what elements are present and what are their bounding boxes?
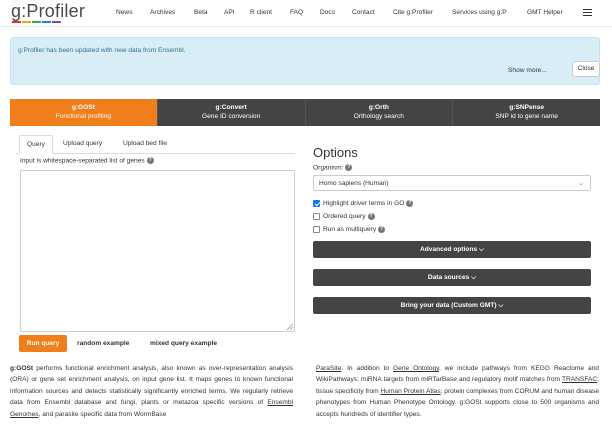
help-icon[interactable]: ? <box>345 164 353 171</box>
tab-gost[interactable]: g:GOSt Functional profiling <box>10 99 158 126</box>
resize-grip-icon[interactable] <box>286 323 294 331</box>
organism-label-text: Organism: <box>313 164 344 172</box>
tab-snpense-name: g:SNPense <box>509 104 545 111</box>
gene-input-label-text: Input is whitespace-separated list of ge… <box>20 157 145 165</box>
tab-orth-name: g:Orth <box>368 104 389 111</box>
data-sources-label: Data sources <box>427 274 470 281</box>
data-sources-button[interactable]: Data sources ⌵ <box>313 269 591 286</box>
nav-link-gmt-helper[interactable]: GMT Helper <box>527 9 563 16</box>
options-title: Options <box>313 145 358 160</box>
tab-snpense-desc: SNP id to gene name <box>495 113 558 120</box>
close-button[interactable]: Close <box>572 61 600 77</box>
logo-bar <box>42 21 51 23</box>
tab-upload-bed-file[interactable]: Upload bed file <box>123 135 167 154</box>
description-right: ParaSite. In addition to Gene Ontology, … <box>316 363 599 420</box>
ordered-query-label: Ordered query <box>323 213 366 220</box>
checkbox-checked-icon[interactable] <box>313 200 320 207</box>
description-left: g:GOSt performs functional enrichment an… <box>10 363 293 420</box>
highlight-driver-terms-label: Highlight driver terms in GO <box>323 200 405 207</box>
alert-text: g:Profiler has been updated with new dat… <box>18 47 186 54</box>
update-alert: g:Profiler has been updated with new dat… <box>10 37 600 85</box>
custom-gmt-label: Bring your data (Custom GMT) <box>400 302 497 309</box>
transfac-link[interactable]: TRANSFAC <box>562 376 597 383</box>
logo[interactable]: g:Profiler <box>11 2 85 24</box>
description-text: , and parasite specific data from WormBa… <box>38 410 167 418</box>
nav-link-faq[interactable]: FAQ <box>290 9 303 16</box>
nav-link-services[interactable]: Services using g:P <box>452 9 507 16</box>
help-icon[interactable]: ? <box>146 157 154 164</box>
logo-bar <box>52 21 61 23</box>
advanced-options-label: Advanced options <box>420 246 478 253</box>
nav-link-cite[interactable]: Cite g:Profiler <box>393 9 433 16</box>
chevron-down-icon: ⌄ <box>578 180 584 187</box>
chevron-down-icon: ⌵ <box>471 274 477 281</box>
help-icon[interactable]: ? <box>367 213 375 220</box>
gene-input-label: Input is whitespace-separated list of ge… <box>20 157 154 164</box>
run-query-button[interactable]: Run query <box>19 335 67 352</box>
random-example-link[interactable]: random example <box>77 340 129 347</box>
tab-upload-query[interactable]: Upload query <box>63 135 102 154</box>
gene-list-input[interactable] <box>20 170 295 332</box>
chevron-down-icon: ⌵ <box>479 246 484 253</box>
logo-bar <box>12 21 21 23</box>
nav-link-news[interactable]: News <box>116 9 133 16</box>
nav-link-docs[interactable]: Docs <box>320 9 335 16</box>
ordered-query-option[interactable]: Ordered query? <box>313 213 375 222</box>
tab-orth-desc: Orthology search <box>353 113 404 120</box>
gost-name: g:GOSt <box>10 365 34 372</box>
multiquery-label: Run as multiquery <box>323 226 377 233</box>
tab-query[interactable]: Query <box>19 135 53 154</box>
tab-gost-desc: Functional profiling <box>55 113 112 120</box>
mixed-query-example-link[interactable]: mixed query example <box>150 340 217 347</box>
nav-link-beta[interactable]: Beta <box>194 9 208 16</box>
logo-text: g:Profiler <box>11 1 86 21</box>
tab-orth[interactable]: g:Orth Orthology search <box>305 99 454 126</box>
custom-gmt-button[interactable]: Bring your data (Custom GMT) ⌵ <box>313 297 591 314</box>
input-tabs: Query Upload query Upload bed file <box>16 135 295 154</box>
organism-select[interactable]: Homo sapiens (Human) ⌄ <box>313 175 591 191</box>
nav-link-archives[interactable]: Archives <box>150 9 175 16</box>
tab-gost-name: g:GOSt <box>71 104 95 111</box>
human-protein-atlas-link[interactable]: Human Protein Atlas <box>381 388 441 395</box>
organism-label: Organism:? <box>313 164 353 172</box>
checkbox-icon[interactable] <box>313 226 320 233</box>
multiquery-option[interactable]: Run as multiquery? <box>313 226 386 235</box>
help-icon[interactable]: ? <box>378 226 386 233</box>
nav-link-r-client[interactable]: R client <box>250 9 272 16</box>
logo-bar <box>22 21 31 23</box>
nav-link-contact[interactable]: Contact <box>352 9 375 16</box>
description-text: performs functional enrichment analysis,… <box>10 365 293 407</box>
tab-convert[interactable]: g:Convert Gene ID conversion <box>157 99 306 126</box>
navbar: g:Profiler News Archives Beta API R clie… <box>0 0 612 27</box>
organism-value: Homo sapiens (Human) <box>319 180 389 187</box>
logo-bar <box>32 21 41 23</box>
hamburger-icon[interactable] <box>583 9 592 17</box>
tab-convert-name: g:Convert <box>215 104 247 111</box>
advanced-options-button[interactable]: Advanced options ⌵ <box>313 241 591 258</box>
tab-snpense[interactable]: g:SNPense SNP id to gene name <box>453 99 600 126</box>
chevron-down-icon: ⌵ <box>498 302 504 309</box>
show-more-link[interactable]: Show more... <box>508 67 547 74</box>
help-icon[interactable]: ? <box>406 200 414 207</box>
logo-color-bars <box>12 21 61 23</box>
tab-convert-desc: Gene ID conversion <box>201 113 261 120</box>
gene-ontology-link[interactable]: Gene Ontology <box>393 365 439 372</box>
description-text: . In addition to <box>341 365 394 372</box>
parasite-link[interactable]: ParaSite <box>316 365 341 372</box>
tool-tabs: g:GOSt Functional profiling g:Convert Ge… <box>10 99 600 126</box>
highlight-driver-terms-option[interactable]: Highlight driver terms in GO? <box>313 200 414 209</box>
checkbox-icon[interactable] <box>313 213 320 220</box>
nav-link-api[interactable]: API <box>224 9 235 16</box>
